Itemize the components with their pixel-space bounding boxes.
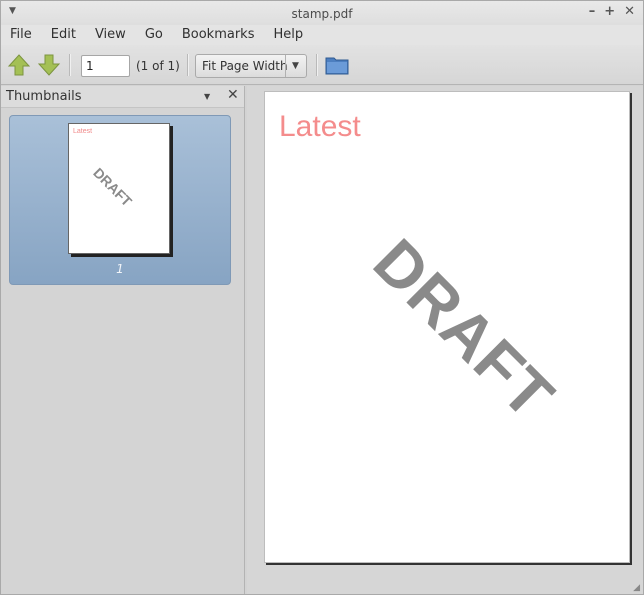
folder-icon [325,57,349,75]
thumbnail-page[interactable]: Latest DRAFT [68,123,170,254]
sidebar-dropdown-icon[interactable]: ▼ [204,92,210,101]
window-menu-icon[interactable]: ▼ [9,6,16,16]
menu-bookmarks[interactable]: Bookmarks [182,25,255,45]
menu-bar: File Edit View Go Bookmarks Help [1,25,643,45]
sidebar: Thumbnails ▼ ✕ Latest DRAFT 1 [1,86,245,594]
menu-go[interactable]: Go [145,25,163,45]
page-text-top: Latest [279,110,361,143]
menu-edit[interactable]: Edit [51,25,76,45]
sidebar-header: Thumbnails ▼ ✕ [1,86,244,108]
window-title: stamp.pdf [291,7,353,21]
document-page[interactable]: Latest DRAFT [264,91,630,563]
close-icon[interactable]: ✕ [624,4,635,19]
resize-grip-icon[interactable]: ◢ [633,583,640,593]
document-view[interactable]: Latest DRAFT ◢ [247,86,643,594]
toolbar-separator [316,54,317,76]
window-controls: – + ✕ [589,4,635,19]
next-page-button[interactable] [37,53,61,77]
previous-page-button[interactable] [7,53,31,77]
app-window: ▼ stamp.pdf – + ✕ File Edit View Go Book… [0,0,644,595]
thumbnail-stamp: DRAFT [90,164,136,210]
open-file-button[interactable] [325,53,349,77]
page-stamp: DRAFT [360,225,568,433]
toolbar: (1 of 1) Fit Page Width ▼ [1,45,643,85]
toolbar-separator [187,54,188,76]
arrow-up-icon [7,54,31,76]
zoom-select[interactable]: Fit Page Width ▼ [195,54,307,78]
sidebar-close-icon[interactable]: ✕ [227,87,239,103]
thumbnail-label: 1 [116,262,124,276]
title-bar: ▼ stamp.pdf – + ✕ [1,1,643,25]
menu-help[interactable]: Help [273,25,303,45]
maximize-icon[interactable]: + [604,4,615,19]
zoom-select-value: Fit Page Width [202,59,288,73]
toolbar-separator [69,54,70,76]
thumbnail-item[interactable]: Latest DRAFT 1 [9,115,231,285]
minimize-icon[interactable]: – [589,4,596,19]
arrow-down-icon [37,54,61,76]
page-count-label: (1 of 1) [136,59,180,73]
thumbnail-text-top: Latest [73,128,93,135]
menu-view[interactable]: View [95,25,126,45]
chevron-down-icon[interactable]: ▼ [285,55,305,77]
page-number-input[interactable] [81,55,130,77]
menu-file[interactable]: File [10,25,32,45]
sidebar-title: Thumbnails [6,89,82,104]
